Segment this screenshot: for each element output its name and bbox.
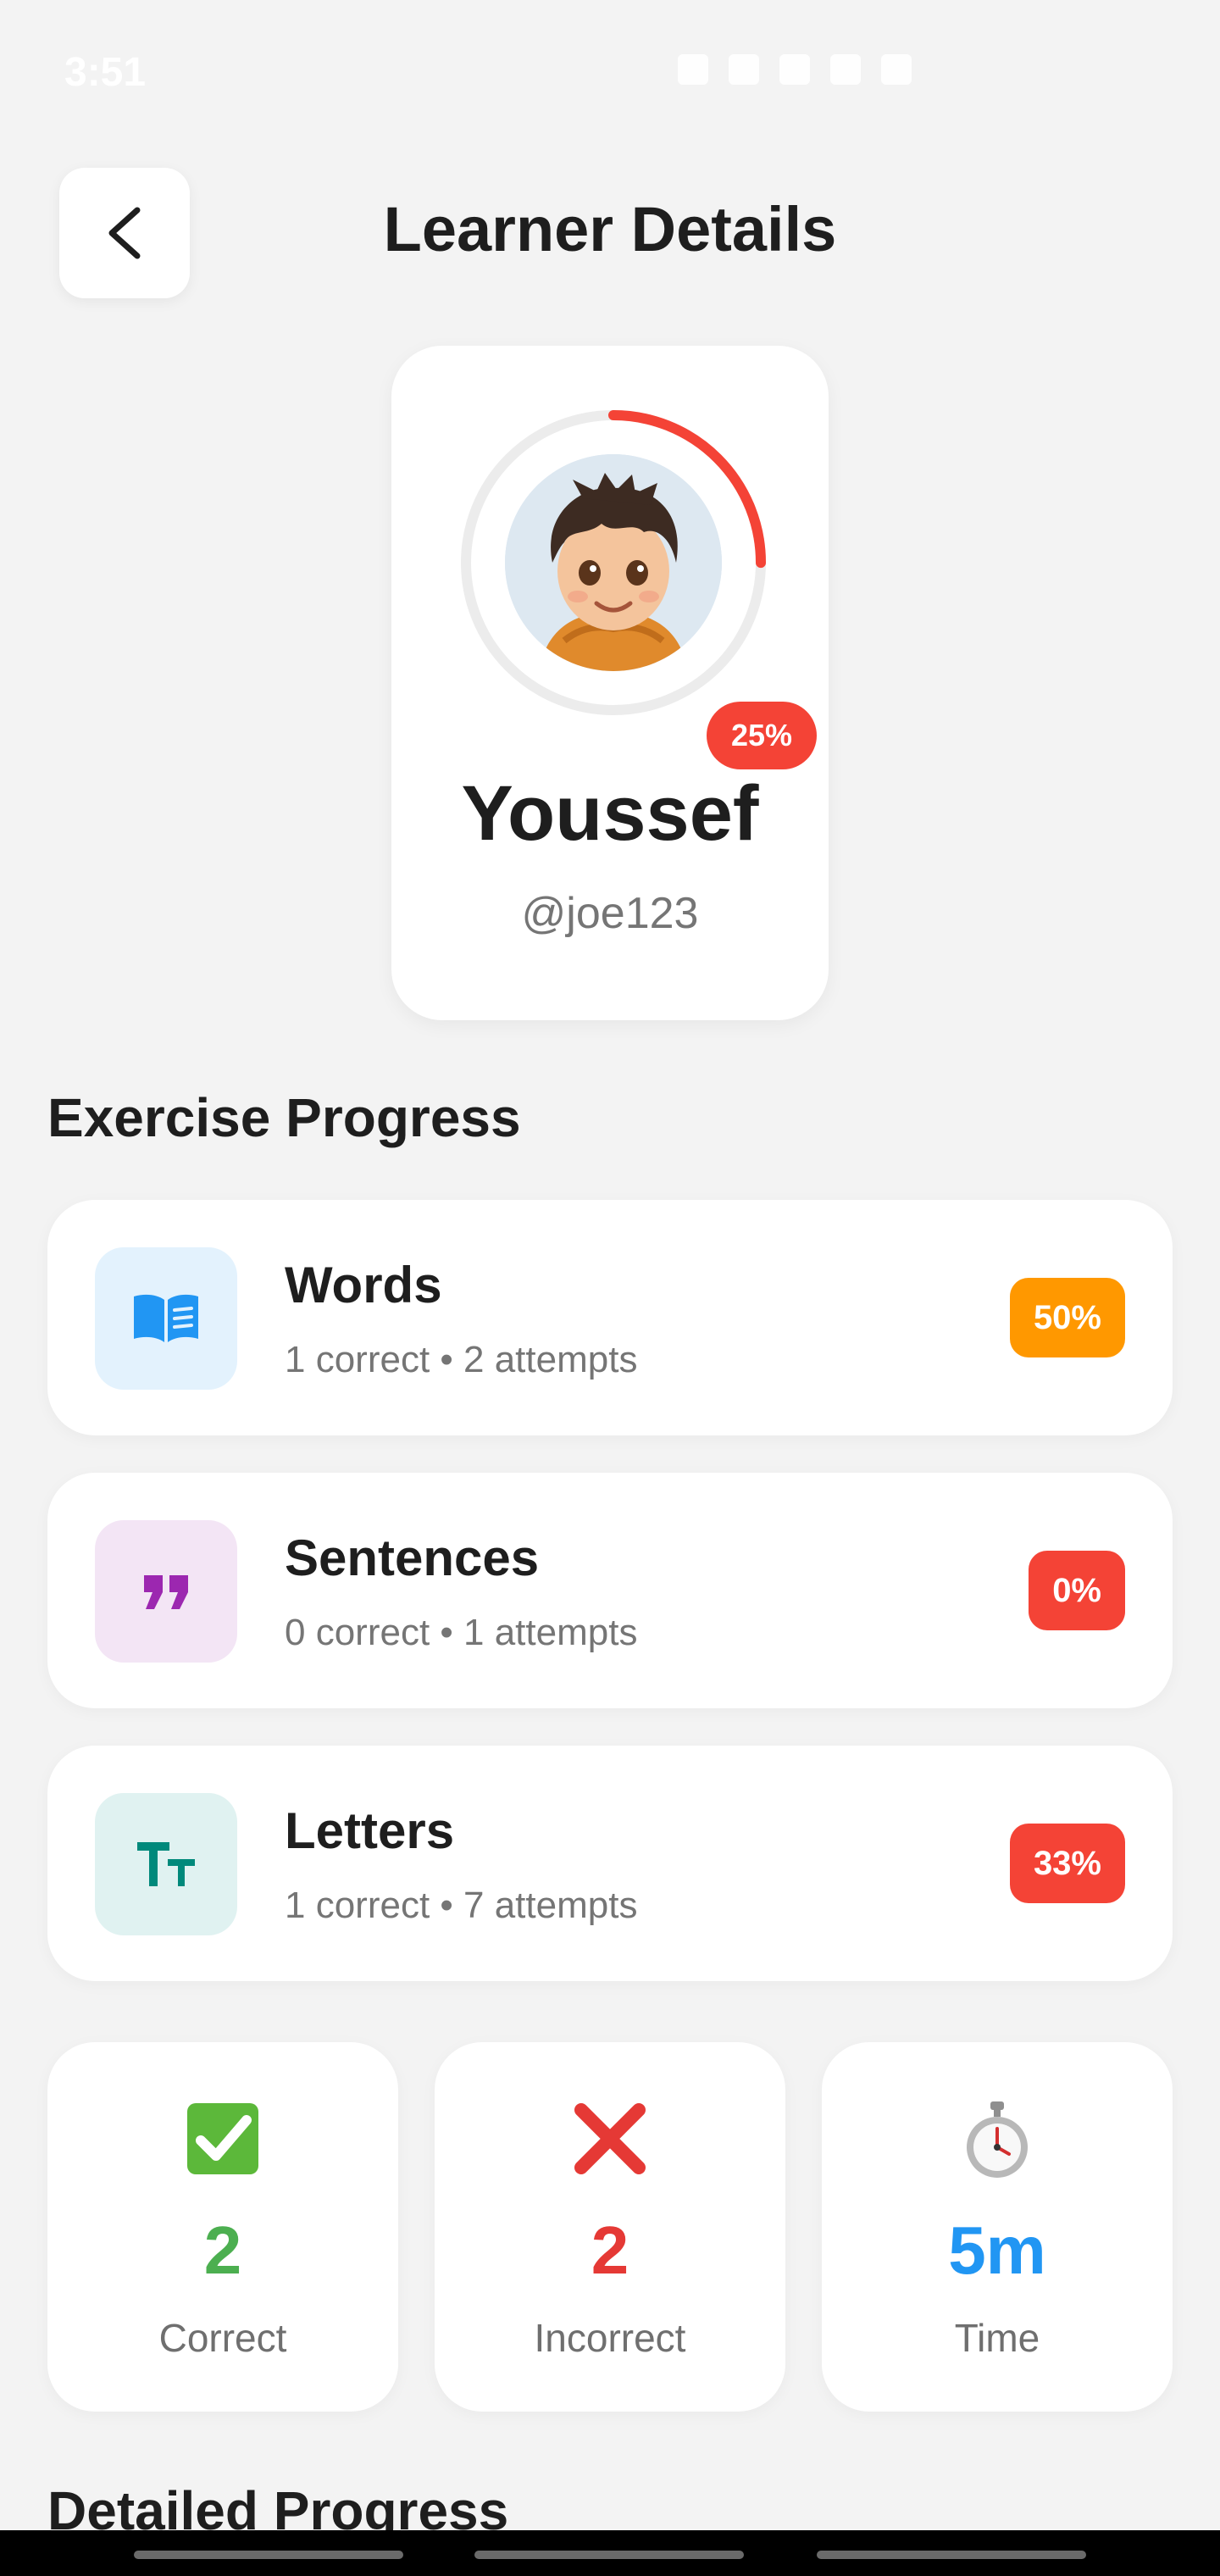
quote-icon bbox=[144, 1575, 188, 1609]
stopwatch-icon bbox=[967, 2101, 1028, 2178]
exercise-stats: 1 correct • 2 attempts bbox=[285, 1339, 638, 1380]
stat-value-time: 5m bbox=[948, 2212, 1046, 2288]
exercise-icon-tile bbox=[95, 1793, 237, 1935]
check-icon bbox=[187, 2103, 258, 2174]
percent-badge: 0% bbox=[1029, 1551, 1125, 1630]
exercise-icon-tile bbox=[95, 1247, 237, 1390]
text-size-icon bbox=[137, 1842, 195, 1886]
exercise-name: Words bbox=[285, 1257, 442, 1313]
percent-badge: 50% bbox=[1009, 1278, 1125, 1357]
nav-handle[interactable] bbox=[817, 2551, 1086, 2559]
exercise-icon-tile bbox=[95, 1520, 237, 1663]
stat-value-incorrect: 2 bbox=[591, 2212, 629, 2288]
avatar bbox=[505, 454, 722, 671]
status-icons bbox=[678, 54, 912, 85]
exercise-name: Letters bbox=[285, 1802, 455, 1859]
battery-icon bbox=[881, 54, 912, 85]
exercise-name: Sentences bbox=[285, 1530, 540, 1586]
stat-value-correct: 2 bbox=[203, 2212, 242, 2288]
nav-handle[interactable] bbox=[474, 2551, 744, 2559]
exercise-stats: 1 correct • 7 attempts bbox=[285, 1885, 638, 1926]
alarm-icon bbox=[678, 54, 708, 85]
learner-handle: @joe123 bbox=[521, 889, 699, 938]
exercise-card-sentences[interactable]: Sentences 0 correct • 1 attempts 0% bbox=[47, 1473, 1173, 1708]
exercise-card-words[interactable]: Words 1 correct • 2 attempts 50% bbox=[47, 1200, 1173, 1435]
nav-handle[interactable] bbox=[134, 2551, 403, 2559]
system-nav-bar bbox=[0, 2530, 1220, 2576]
learner-name: Youssef bbox=[461, 770, 759, 857]
stat-card-correct: 2 Correct bbox=[47, 2042, 398, 2412]
status-bar: 3:51 bbox=[0, 0, 1220, 144]
status-time: 3:51 bbox=[64, 50, 147, 95]
mute-icon bbox=[729, 54, 759, 85]
stat-label-time: Time bbox=[954, 2316, 1040, 2360]
avatar-progress: 25% bbox=[459, 408, 817, 769]
exercise-card-letters[interactable]: Letters 1 correct • 7 attempts 33% bbox=[47, 1746, 1173, 1981]
profile-card: 25% Youssef @joe123 bbox=[391, 346, 829, 1020]
exercise-stats: 0 correct • 1 attempts bbox=[285, 1612, 638, 1653]
wifi-icon bbox=[779, 54, 810, 85]
signal-icon bbox=[830, 54, 861, 85]
stat-card-time: 5m Time bbox=[822, 2042, 1173, 2412]
stat-label-correct: Correct bbox=[158, 2316, 287, 2360]
stat-label-incorrect: Incorrect bbox=[534, 2316, 686, 2360]
avatar-illustration bbox=[505, 454, 722, 671]
cross-icon bbox=[574, 2103, 646, 2174]
progress-badge: 25% bbox=[707, 702, 817, 769]
book-icon bbox=[134, 1294, 198, 1342]
page-title: Learner Details bbox=[383, 194, 837, 264]
percent-badge: 33% bbox=[1009, 1824, 1125, 1903]
stat-card-incorrect: 2 Incorrect bbox=[435, 2042, 785, 2412]
exercise-progress-title: Exercise Progress bbox=[47, 1087, 521, 1148]
